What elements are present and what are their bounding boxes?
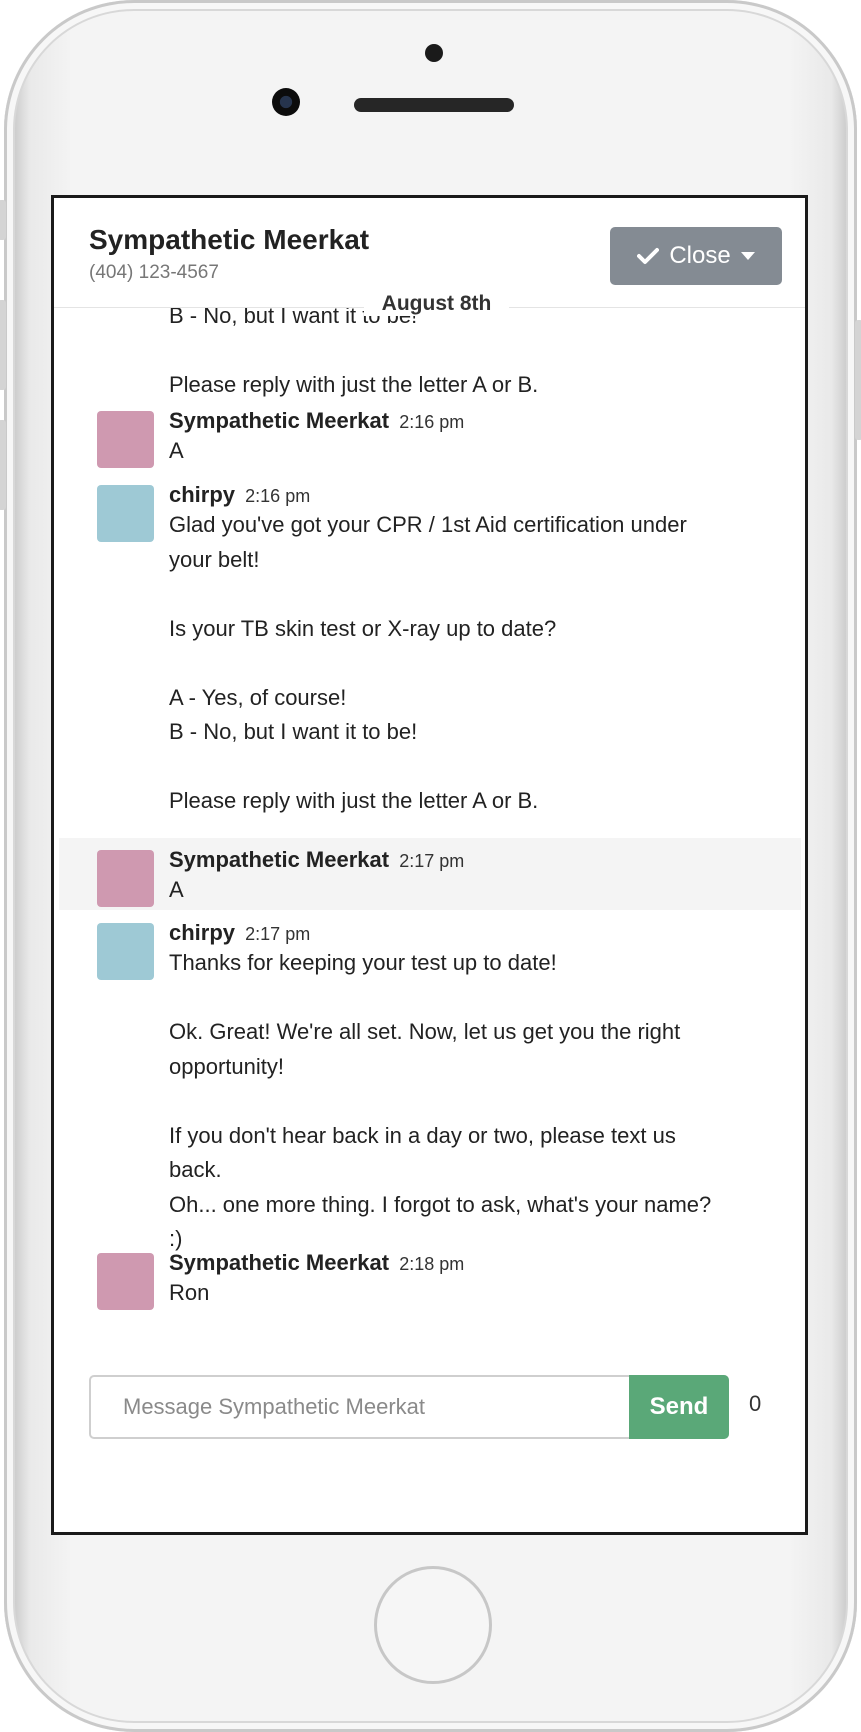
message-header: Sympathetic Meerkat 2:18 pm <box>169 1250 464 1276</box>
contact-name: Sympathetic Meerkat <box>89 224 370 255</box>
character-count: 0 <box>749 1391 762 1416</box>
bot-avatar <box>97 923 154 980</box>
contact-phone: (404) 123-4567 <box>89 262 219 283</box>
message-time: 2:16 pm <box>399 412 465 432</box>
contact-avatar <box>97 850 154 907</box>
message-sender: Sympathetic Meerkat <box>169 1250 390 1275</box>
message-item: chirpy 2:16 pm Glad you've got your CPR … <box>59 482 801 832</box>
home-button[interactable] <box>374 1566 492 1684</box>
caret-down-icon <box>740 251 755 261</box>
message-sender: chirpy <box>169 482 236 507</box>
message-body: Thanks for keeping your test up to date!… <box>169 950 712 1251</box>
date-divider-label: August 8th <box>364 292 509 316</box>
message-body: A <box>169 877 184 902</box>
send-button[interactable]: Send <box>629 1375 729 1439</box>
message-sender: Sympathetic Meerkat <box>169 408 390 433</box>
message-body: A <box>169 438 184 463</box>
volume-down-button <box>0 420 6 510</box>
message-header: Sympathetic Meerkat 2:16 pm <box>169 408 464 434</box>
front-camera-icon <box>272 88 300 116</box>
message-sender: chirpy <box>169 920 236 945</box>
contact-avatar <box>97 411 154 468</box>
close-button-label: Close <box>669 242 731 269</box>
side-button <box>0 200 6 240</box>
message-input[interactable] <box>91 1377 631 1437</box>
message-header: chirpy 2:16 pm <box>169 482 310 508</box>
message-item: B - No, but I want it to be! Please repl… <box>59 308 801 409</box>
close-dropdown-button[interactable]: Close <box>610 227 782 285</box>
message-time: 2:17 pm <box>245 924 311 944</box>
message-time: 2:16 pm <box>245 486 311 506</box>
contact-avatar <box>97 1253 154 1310</box>
message-item-highlighted: Sympathetic Meerkat 2:17 pm A <box>59 838 801 910</box>
message-header: Sympathetic Meerkat 2:17 pm <box>169 847 464 873</box>
message-composer: Send <box>89 1375 729 1439</box>
bot-avatar <box>97 485 154 542</box>
message-list[interactable]: B - No, but I want it to be! Please repl… <box>54 308 805 1353</box>
power-button <box>855 320 861 440</box>
message-header: chirpy 2:17 pm <box>169 920 310 946</box>
message-body: Ron <box>169 1280 210 1305</box>
proximity-sensor-icon <box>425 44 443 62</box>
volume-up-button <box>0 300 6 390</box>
check-icon <box>637 247 660 265</box>
message-sender: Sympathetic Meerkat <box>169 847 390 872</box>
message-item: Sympathetic Meerkat 2:16 pm A <box>59 408 801 478</box>
chat-screen: Sympathetic Meerkat (404) 123-4567 Close… <box>51 195 808 1535</box>
message-item: Sympathetic Meerkat 2:18 pm Ron <box>59 1250 801 1320</box>
message-item: chirpy 2:17 pm Thanks for keeping your t… <box>59 920 801 1251</box>
message-body: B - No, but I want it to be! Please repl… <box>169 308 539 397</box>
message-time: 2:18 pm <box>399 1254 465 1274</box>
message-time: 2:17 pm <box>399 851 465 871</box>
message-body: Glad you've got your CPR / 1st Aid certi… <box>169 512 687 813</box>
earpiece-speaker-icon <box>354 98 514 112</box>
